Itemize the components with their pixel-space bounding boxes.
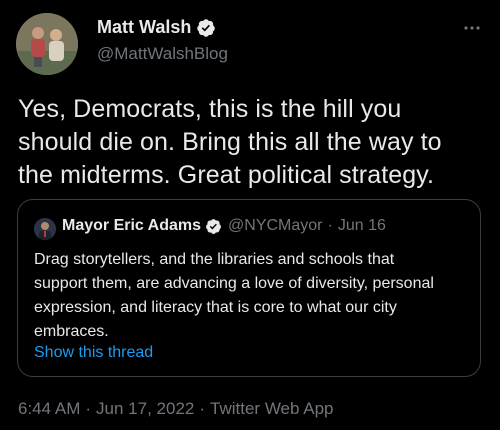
author-avatar[interactable]: [16, 13, 78, 75]
quote-text-line: support them, are advancing a love of di…: [34, 275, 434, 292]
author-handle[interactable]: @MattWalshBlog: [97, 44, 228, 64]
author-name-text[interactable]: Matt Walsh: [97, 17, 191, 38]
quote-text: Drag storytellers, and the libraries and…: [34, 248, 474, 344]
tweet-client[interactable]: Twitter Web App: [210, 399, 333, 418]
author-name[interactable]: Matt Walsh: [97, 17, 216, 38]
verified-badge-icon: [206, 218, 221, 234]
tweet: Matt Walsh @MattWalshBlog Yes, Democrats…: [0, 0, 500, 430]
quote-date[interactable]: Jun 16: [338, 217, 386, 235]
quoted-tweet[interactable]: Mayor Eric Adams @NYCMayor · Jun 16 Drag…: [17, 199, 481, 377]
quote-text-line: embraces.: [34, 323, 109, 340]
tweet-text-line: should die on. Bring this all the way to: [18, 128, 442, 156]
verified-badge-icon: [197, 18, 216, 37]
separator-dot: ·: [327, 217, 333, 234]
separator-dot: ·: [199, 399, 206, 418]
separator-dot: ·: [85, 399, 92, 418]
tweet-metadata: 6:44 AM · Jun 17, 2022 · Twitter Web App: [18, 399, 334, 419]
quote-header: Mayor Eric Adams @NYCMayor · Jun 16: [62, 217, 386, 235]
tweet-time[interactable]: 6:44 AM: [18, 399, 80, 418]
tweet-text: Yes, Democrats, this is the hill you sho…: [18, 93, 488, 192]
quote-author-avatar[interactable]: [34, 218, 56, 240]
quote-text-line: Drag storytellers, and the libraries and…: [34, 251, 395, 268]
more-options-icon[interactable]: [462, 18, 482, 38]
show-thread-link[interactable]: Show this thread: [34, 344, 153, 362]
tweet-text-line: Yes, Democrats, this is the hill you: [18, 95, 402, 123]
quote-author-name[interactable]: Mayor Eric Adams: [62, 217, 201, 235]
tweet-text-line: the midterms. Great political strategy.: [18, 161, 435, 189]
quote-text-line: expression, and literacy that is core to…: [34, 299, 397, 316]
quote-author-handle[interactable]: @NYCMayor: [228, 217, 322, 235]
tweet-date[interactable]: Jun 17, 2022: [96, 399, 194, 418]
